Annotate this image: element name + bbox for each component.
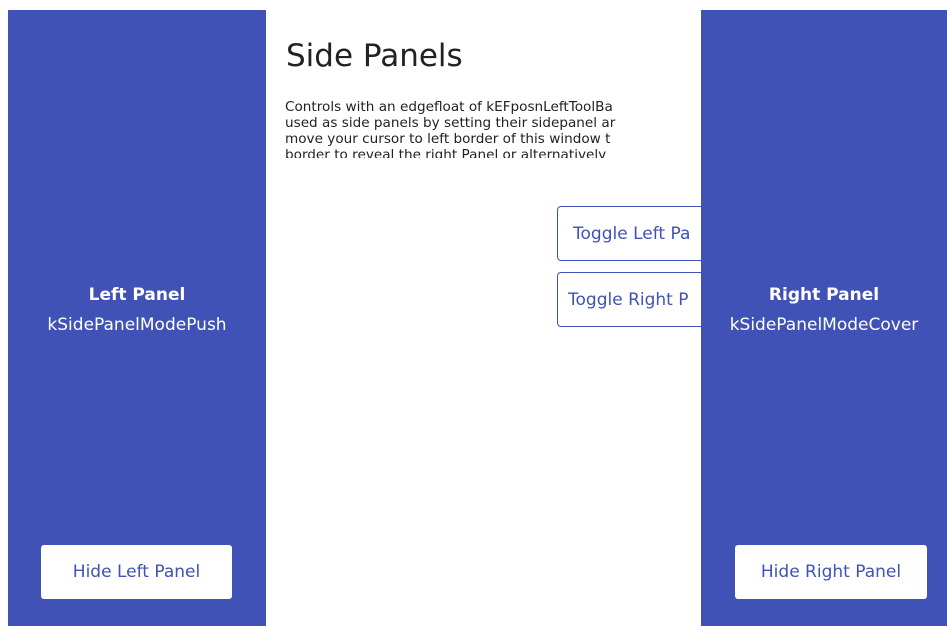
main-content: Side Panels Controls with an edgefloat o… xyxy=(266,0,701,626)
description-line: Controls with an edgefloat of kEFposnLef… xyxy=(285,99,613,115)
left-panel-mode: kSidePanelModePush xyxy=(47,315,227,335)
description-line: move your cursor to left border of this … xyxy=(285,131,611,147)
description-clip xyxy=(266,158,701,170)
app-window: Side Panels Controls with an edgefloat o… xyxy=(0,0,947,626)
right-panel-mode: kSidePanelModeCover xyxy=(729,315,919,335)
left-panel-title: Left Panel xyxy=(88,285,186,305)
right-panel-title: Right Panel xyxy=(768,285,880,305)
description-line: used as side panels by setting their sid… xyxy=(285,115,616,131)
toggle-left-panel-button[interactable]: Toggle Left Pa xyxy=(557,206,701,261)
toggle-right-panel-button[interactable]: Toggle Right P xyxy=(557,272,701,327)
left-side-panel: Left Panel kSidePanelModePush Hide Left … xyxy=(8,10,266,626)
hide-right-panel-button[interactable]: Hide Right Panel xyxy=(735,545,927,599)
right-side-panel: Right Panel kSidePanelModeCover Hide Rig… xyxy=(701,10,947,626)
page-title: Side Panels xyxy=(286,38,463,74)
hide-left-panel-button[interactable]: Hide Left Panel xyxy=(41,545,232,599)
description-text: Controls with an edgefloat of kEFposnLef… xyxy=(285,99,701,163)
